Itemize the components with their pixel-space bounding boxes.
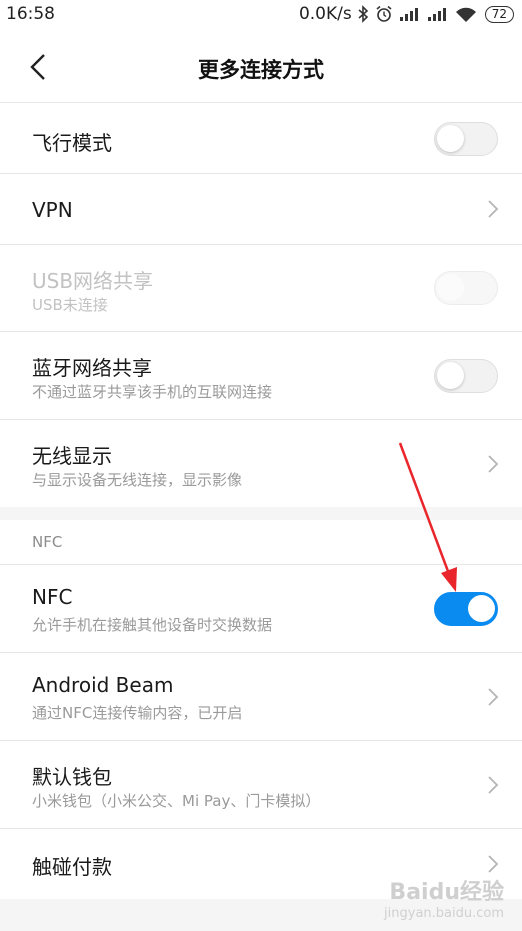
setting-label: 默认钱包 [32,765,112,789]
setting-label: USB网络共享 [32,269,154,293]
chevron-right-icon [488,200,499,218]
setting-subtitle: 与显示设备无线连接，显示影像 [32,471,243,489]
page-title: 更多连接方式 [198,58,324,82]
airplane-mode-toggle[interactable] [434,122,498,156]
status-bar: 16:58 0.0K/s 72 [0,0,522,30]
chevron-right-icon [488,855,499,873]
bluetooth-icon [358,5,369,23]
setting-usb-tethering: USB网络共享 USB未连接 [0,245,522,331]
setting-label: 触碰付款 [32,855,112,879]
setting-vpn[interactable]: VPN [0,174,522,244]
watermark-url: jingyan.baidu.com [384,906,504,921]
nfc-toggle[interactable] [434,592,498,626]
setting-android-beam[interactable]: Android Beam 通过NFC连接传输内容，已开启 [0,653,522,740]
section-title: NFC [32,533,63,551]
battery-icon: 72 [484,5,514,23]
app-header: 更多连接方式 [0,30,522,102]
bluetooth-tethering-toggle[interactable] [434,359,498,393]
toggle-knob [437,274,464,301]
setting-subtitle: 不通过蓝牙共享该手机的互联网连接 [32,383,273,401]
network-speed: 0.0K/s [298,4,352,24]
usb-tethering-toggle [434,271,498,305]
setting-default-wallet[interactable]: 默认钱包 小米钱包（小米公交、Mi Pay、门卡模拟） [0,741,522,828]
setting-label: 蓝牙网络共享 [32,356,152,380]
chevron-right-icon [488,688,499,706]
chevron-right-icon [488,455,499,473]
setting-label: VPN [32,198,73,222]
setting-nfc[interactable]: NFC 允许手机在接触其他设备时交换数据 [0,565,522,652]
setting-label: 无线显示 [32,444,112,468]
chevron-right-icon [488,776,499,794]
signal-icon [399,6,421,22]
setting-subtitle: 允许手机在接触其他设备时交换数据 [32,616,273,634]
section-header-nfc: NFC [0,520,522,564]
toggle-knob [468,595,495,622]
setting-subtitle: 小米钱包（小米公交、Mi Pay、门卡模拟） [32,792,321,810]
section-gap [0,507,522,520]
setting-label: Android Beam [32,673,174,697]
toggle-knob [437,125,464,152]
signal-icon [427,6,449,22]
watermark-brand: Baidu经验 [389,880,504,905]
status-time: 16:58 [6,4,55,24]
toggle-knob [437,362,464,389]
setting-bluetooth-tethering[interactable]: 蓝牙网络共享 不通过蓝牙共享该手机的互联网连接 [0,332,522,419]
setting-label: NFC [32,585,73,609]
wifi-icon [455,6,477,23]
alarm-icon [375,5,393,23]
setting-airplane-mode[interactable]: 飞行模式 [0,103,522,173]
setting-label: 飞行模式 [32,131,112,155]
setting-wireless-display[interactable]: 无线显示 与显示设备无线连接，显示影像 [0,420,522,507]
status-icons: 0.0K/s 72 [299,4,514,24]
setting-subtitle: 通过NFC连接传输内容，已开启 [32,704,243,722]
watermark-logo: Baidu经验 jingyan.baidu.com [384,874,504,921]
setting-subtitle: USB未连接 [32,296,108,314]
